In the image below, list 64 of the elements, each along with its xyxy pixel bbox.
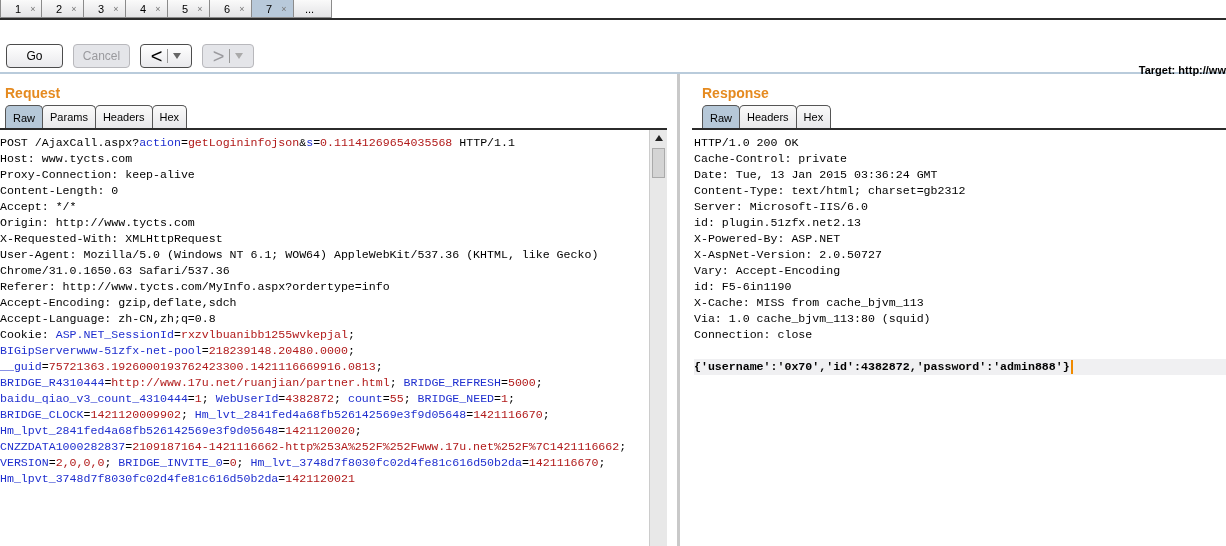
code-line: Hm_lpvt_3748d7f8030fc02d4fe81c616d50b2da=1421120021 <box>0 471 356 487</box>
code-line: __guid=75721363.1926000193762423300.1421116669916.0813; <box>0 359 384 375</box>
request-tab[interactable]: 6 × <box>210 0 252 18</box>
caret-icon <box>173 52 182 60</box>
view-tab[interactable]: Raw <box>702 105 740 128</box>
close-icon[interactable]: × <box>239 3 245 14</box>
code-line: Accept-Language: zh-CN,zh;q=0.8 <box>0 311 217 327</box>
request-tab[interactable]: 3 × <box>84 0 126 18</box>
code-line: BRIDGE_R4310444=http://www.17u.net/ruanjian/partner.html; BRIDGE_REFRESH=5000; <box>0 375 544 391</box>
code-line: X-AspNet-Version: 2.0.50727 <box>694 247 883 263</box>
request-tab[interactable]: 7 × <box>252 0 294 18</box>
scroll-bar[interactable] <box>649 130 667 546</box>
request-tab[interactable]: 1 × <box>0 0 42 18</box>
view-tab[interactable]: Headers <box>94 105 153 128</box>
toolbar-button[interactable]: Go <box>6 44 63 68</box>
code-line: CNZZDATA1000282837=2109187164-1421116662-http%253A%252F%252Fwww.17u.net%252F%7C1421116662; <box>0 439 628 455</box>
view-tab[interactable]: Hex <box>795 105 832 128</box>
code-line: Hm_lpvt_2841fed4a68fb526142569e3f9d05648=1421120020; <box>0 423 363 439</box>
request-tab[interactable]: 2 × <box>42 0 84 18</box>
panel-heading: Request <box>5 85 61 103</box>
code-line: Content-Type: text/html; charset=gb2312 <box>694 183 967 199</box>
request-tab[interactable]: 5 × <box>168 0 210 18</box>
view-tab[interactable]: Raw <box>5 105 43 128</box>
code-line: BIGipServerwww-51zfx-net-pool=218239148.20480.0000; <box>0 343 356 359</box>
code-line: Vary: Accept-Encoding <box>694 263 842 279</box>
target-label: Target: http://ww <box>1138 64 1226 76</box>
code-line: id: F5-6in1190 <box>694 279 793 295</box>
code-line: Cookie: ASP.NET_SessionId=rxzvlbuanibb1255wvkepjal; <box>0 327 356 343</box>
code-line: Host: www.tycts.com <box>0 151 134 167</box>
code-line: Content-Length: 0 <box>0 183 120 199</box>
code-line: X-Requested-With: XMLHttpRequest <box>0 231 224 247</box>
code-line: Chrome/31.0.1650.63 Safari/537.36 <box>0 263 231 279</box>
code-line: X-Powered-By: ASP.NET <box>694 231 842 247</box>
panel-heading: Response <box>702 85 769 103</box>
close-icon[interactable]: × <box>30 3 36 14</box>
code-line: Accept-Encoding: gzip,deflate,sdch <box>0 295 238 311</box>
code-line: baidu_qiao_v3_count_4310444=1; WebUserId=4382872; count=55; BRIDGE_NEED=1; <box>0 391 516 407</box>
history-button[interactable]: < <box>140 44 192 68</box>
code-line: Server: Microsoft-IIS/6.0 <box>694 199 869 215</box>
request-tab[interactable]: 4 × <box>126 0 168 18</box>
code-line: Proxy-Connection: keep-alive <box>0 167 196 183</box>
view-tab[interactable]: Hex <box>151 105 188 128</box>
code-line: Date: Tue, 13 Jan 2015 03:36:24 GMT <box>694 167 939 183</box>
code-line: Accept: */* <box>0 199 78 215</box>
view-tab[interactable]: Headers <box>739 105 797 128</box>
code-line: Origin: http://www.tycts.com <box>0 215 196 231</box>
close-icon[interactable]: × <box>197 3 203 14</box>
close-icon[interactable]: × <box>71 3 77 14</box>
code-line: Connection: close <box>694 327 814 343</box>
close-icon[interactable]: × <box>155 3 161 14</box>
close-icon[interactable]: × <box>113 3 119 14</box>
code-line: POST /AjaxCall.aspx?action=getLogininfojson&s=0.11141269654035568 HTTP/1.1 <box>0 135 516 151</box>
code-line: X-Cache: MISS from cache_bjvm_113 <box>694 295 925 311</box>
code-line: User-Agent: Mozilla/5.0 (Windows NT 6.1; WOW64) AppleWebKit/537.36 (KHTML, like Gecko) <box>0 247 600 263</box>
code-line: Via: 1.0 cache_bjvm_113:80 (squid) <box>694 311 932 327</box>
code-line: VERSION=2,0,0,0; BRIDGE_INVITE_0=0; Hm_lvt_3748d7f8030fc02d4fe81c616d50b2da=1421116670; <box>0 455 607 471</box>
caret-icon <box>235 52 244 60</box>
code-line: Cache-Control: private <box>694 151 849 167</box>
code-line: Referer: http://www.tycts.com/MyInfo.aspx?ordertype=info <box>0 279 391 295</box>
code-line: HTTP/1.0 200 OK <box>694 135 800 151</box>
code-line: id: plugin.51zfx.net2.13 <box>694 215 862 231</box>
code-line: BRIDGE_CLOCK=1421120009902; Hm_lvt_2841fed4a68fb526142569e3f9d05648=1421116670; <box>0 407 551 423</box>
view-tab[interactable]: Params <box>42 105 96 128</box>
request-tab[interactable]: ... <box>294 0 332 18</box>
